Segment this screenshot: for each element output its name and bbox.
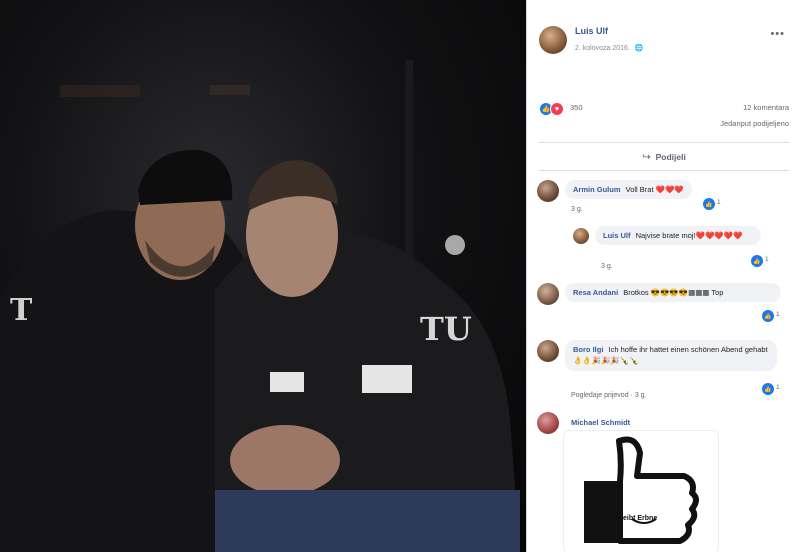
post-header: Luis Ulf 2. kolovoza 2016. 🌐 ••• bbox=[539, 22, 789, 62]
comment-bubble: Armin Gulum Voll Brat ❤️❤️❤️ bbox=[565, 180, 692, 200]
author-avatar[interactable] bbox=[539, 26, 567, 54]
comment-item: Resa Andani Brotkos 😎😎😎😎▦▦▦ Top 👍 1 bbox=[537, 283, 797, 333]
comment-bubble: Resa Andani Brotkos 😎😎😎😎▦▦▦ Top bbox=[565, 283, 781, 303]
divider bbox=[539, 170, 789, 171]
globe-icon: 🌐 bbox=[634, 45, 644, 52]
reply-bubble: Luis Ulf Najvise brate moj!❤️❤️❤️❤️❤️ bbox=[595, 226, 761, 246]
more-options-button[interactable]: ••• bbox=[770, 28, 785, 40]
comment-bubble: Boro Ilgi Ich hoffe ihr hattet einen sch… bbox=[565, 340, 777, 371]
share-button[interactable]: ↪ Podijeli bbox=[539, 146, 789, 168]
sticker-caption: Bleibt Erbne bbox=[616, 515, 658, 522]
reaction-count[interactable]: 350 bbox=[570, 103, 583, 112]
comment-text: Voll Brat ❤️❤️❤️ bbox=[625, 185, 684, 194]
share-count[interactable]: Jedanput podijeljeno bbox=[720, 119, 789, 128]
commenter-avatar[interactable] bbox=[537, 412, 559, 434]
comment-like-count: 1 bbox=[776, 311, 780, 318]
share-icon: ↪ bbox=[642, 151, 651, 163]
post-photo[interactable]: T TU bbox=[0, 0, 526, 552]
post-sidebar: Luis Ulf 2. kolovoza 2016. 🌐 ••• 👍 ♥ 350… bbox=[526, 0, 800, 552]
comment-author[interactable]: Resa Andani bbox=[573, 288, 618, 297]
comment-like-icon[interactable]: 👍 bbox=[761, 309, 775, 323]
thumbs-up-icon bbox=[584, 436, 699, 544]
share-label: Podijeli bbox=[655, 152, 686, 162]
comment-item: Boro Ilgi Ich hoffe ihr hattet einen sch… bbox=[537, 340, 797, 404]
divider bbox=[539, 142, 789, 143]
comment-item: Armin Gulum Voll Brat ❤️❤️❤️ 3 g. 👍 1 bbox=[537, 180, 797, 220]
comment-item: Michael Schmidt bbox=[537, 412, 797, 434]
comment-author[interactable]: Boro Ilgi bbox=[573, 345, 603, 354]
comment-count[interactable]: 12 komentara bbox=[743, 103, 789, 112]
reply-time[interactable]: 3 g. bbox=[601, 263, 613, 270]
reply-text: Najvise brate moj!❤️❤️❤️❤️❤️ bbox=[635, 231, 743, 240]
comment-like-icon[interactable]: 👍 bbox=[761, 382, 775, 396]
commenter-avatar[interactable] bbox=[537, 180, 559, 202]
comment-author[interactable]: Armin Gulum bbox=[573, 185, 621, 194]
comment-like-icon[interactable]: 👍 bbox=[702, 197, 716, 211]
svg-text:T: T bbox=[10, 293, 33, 328]
love-icon: ♥ bbox=[550, 102, 564, 116]
reply-item: Luis Ulf Najvise brate moj!❤️❤️❤️❤️❤️ 3 … bbox=[573, 226, 797, 272]
comment-translate-and-time[interactable]: Pogledaje prijevod · 3 g. bbox=[571, 392, 647, 399]
post-date[interactable]: 2. kolovoza 2016. bbox=[575, 45, 630, 52]
reaction-icons[interactable]: 👍 ♥ bbox=[539, 102, 564, 116]
comment-time[interactable]: 3 g. bbox=[571, 206, 583, 213]
comment-like-count: 1 bbox=[776, 384, 780, 391]
comment-like-count: 1 bbox=[717, 199, 721, 206]
comment-author[interactable]: Michael Schmidt bbox=[571, 418, 630, 427]
reaction-summary: 👍 ♥ 350 12 komentara Jedanput podijeljen… bbox=[539, 100, 789, 140]
reply-like-icon[interactable]: 👍 bbox=[750, 254, 764, 268]
post-author[interactable]: Luis Ulf bbox=[575, 26, 608, 36]
commenter-avatar[interactable] bbox=[537, 283, 559, 305]
photo-illustration: T TU bbox=[0, 60, 520, 552]
svg-text:TU: TU bbox=[420, 310, 472, 348]
comment-text: Brotkos 😎😎😎😎▦▦▦ Top bbox=[623, 288, 724, 297]
reply-author[interactable]: Luis Ulf bbox=[603, 231, 631, 240]
thumbs-up-sticker[interactable]: Bleibt Erbne bbox=[563, 430, 719, 552]
commenter-avatar[interactable] bbox=[537, 340, 559, 362]
post-date-row: 2. kolovoza 2016. 🌐 bbox=[575, 44, 644, 52]
reply-like-count: 1 bbox=[765, 256, 769, 263]
reply-avatar[interactable] bbox=[573, 228, 589, 244]
